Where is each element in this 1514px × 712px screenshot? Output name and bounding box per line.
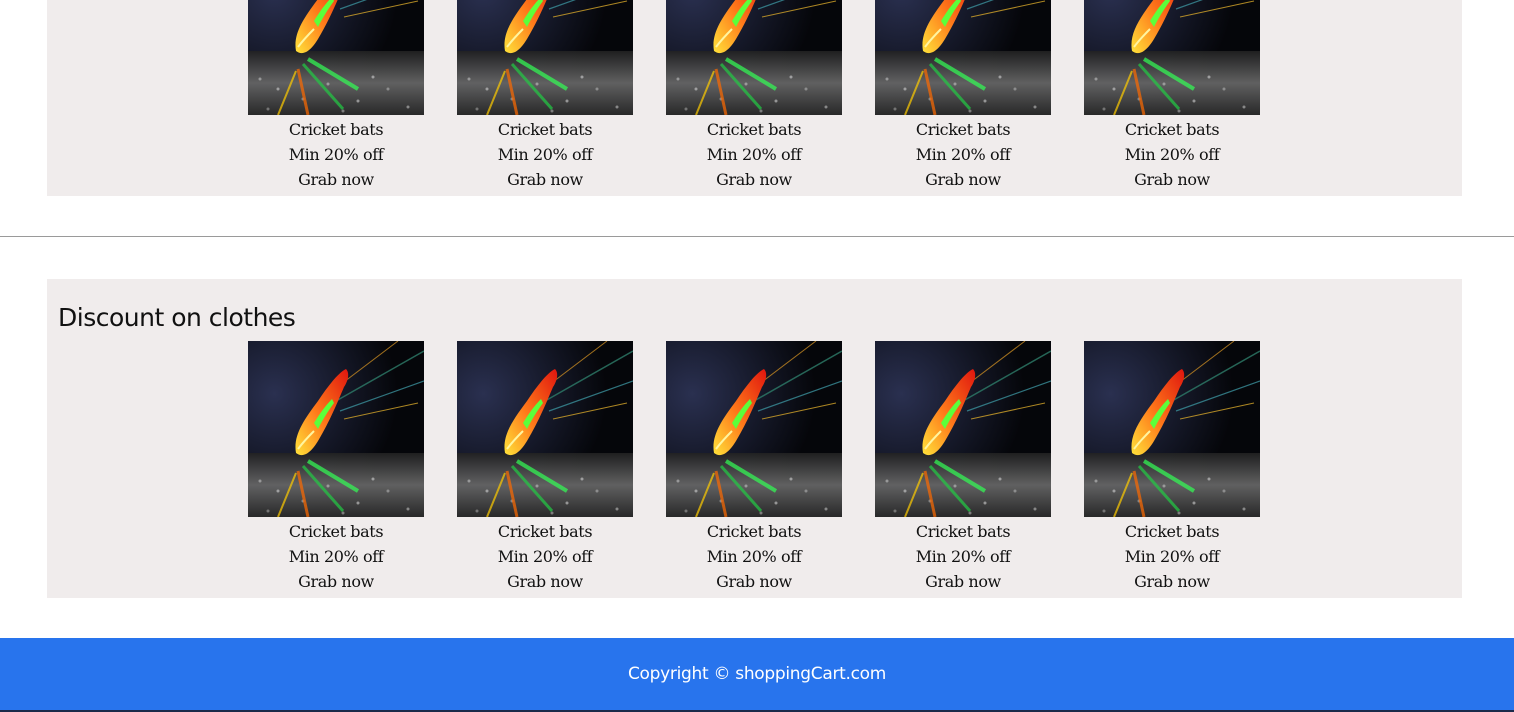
sports-shoe-image[interactable] [248,341,424,517]
grab-now-link[interactable]: Grab now [666,167,842,192]
sports-shoe-image[interactable] [457,341,633,517]
product-name: Cricket bats [915,120,1011,139]
product-card[interactable]: Cricket bats Min 20% off Grab now [1084,341,1260,594]
grab-now-link[interactable]: Grab now [248,569,424,594]
product-offer: Min 20% off [1124,547,1220,566]
product-card-row: Cricket bats Min 20% off Grab now Cricke… [248,0,1260,192]
sports-shoe-image[interactable] [666,341,842,517]
section-title: Discount on clothes [58,303,296,332]
product-name: Cricket bats [288,522,384,541]
grab-now-link[interactable]: Grab now [457,569,633,594]
product-offer: Min 20% off [497,145,593,164]
page: Cricket bats Min 20% off Grab now Cricke… [0,0,1514,712]
site-footer: Copyright © shoppingCart.com [0,638,1514,712]
product-offer: Min 20% off [497,547,593,566]
grab-now-link[interactable]: Grab now [457,167,633,192]
grab-now-link[interactable]: Grab now [1084,167,1260,192]
grab-now-link[interactable]: Grab now [1084,569,1260,594]
product-name: Cricket bats [706,120,802,139]
sports-shoe-image[interactable] [875,0,1051,115]
product-section-clothes: Discount on clothes Cricket bats Min 20%… [47,279,1462,598]
product-card[interactable]: Cricket bats Min 20% off Grab now [457,0,633,192]
sports-shoe-image[interactable] [875,341,1051,517]
grab-now-link[interactable]: Grab now [248,167,424,192]
section-divider [0,236,1514,237]
sports-shoe-image[interactable] [1084,0,1260,115]
product-offer: Min 20% off [706,547,802,566]
product-section-partial: Cricket bats Min 20% off Grab now Cricke… [47,0,1462,196]
product-name: Cricket bats [497,522,593,541]
copyright-text: Copyright © shoppingCart.com [627,664,887,684]
product-name: Cricket bats [706,522,802,541]
product-name: Cricket bats [1124,522,1220,541]
product-card[interactable]: Cricket bats Min 20% off Grab now [666,341,842,594]
product-card-row: Cricket bats Min 20% off Grab now Cricke… [248,341,1260,594]
product-offer: Min 20% off [288,145,384,164]
product-card[interactable]: Cricket bats Min 20% off Grab now [875,0,1051,192]
grab-now-link[interactable]: Grab now [875,569,1051,594]
product-offer: Min 20% off [915,547,1011,566]
sports-shoe-image[interactable] [1084,341,1260,517]
product-offer: Min 20% off [1124,145,1220,164]
grab-now-link[interactable]: Grab now [666,569,842,594]
product-name: Cricket bats [915,522,1011,541]
product-card[interactable]: Cricket bats Min 20% off Grab now [248,0,424,192]
product-card[interactable]: Cricket bats Min 20% off Grab now [1084,0,1260,192]
sports-shoe-image[interactable] [457,0,633,115]
grab-now-link[interactable]: Grab now [875,167,1051,192]
product-offer: Min 20% off [288,547,384,566]
sports-shoe-image[interactable] [666,0,842,115]
product-card[interactable]: Cricket bats Min 20% off Grab now [457,341,633,594]
product-name: Cricket bats [497,120,593,139]
product-card[interactable]: Cricket bats Min 20% off Grab now [875,341,1051,594]
product-card[interactable]: Cricket bats Min 20% off Grab now [666,0,842,192]
product-card[interactable]: Cricket bats Min 20% off Grab now [248,341,424,594]
product-offer: Min 20% off [706,145,802,164]
product-name: Cricket bats [288,120,384,139]
sports-shoe-image[interactable] [248,0,424,115]
product-name: Cricket bats [1124,120,1220,139]
product-offer: Min 20% off [915,145,1011,164]
